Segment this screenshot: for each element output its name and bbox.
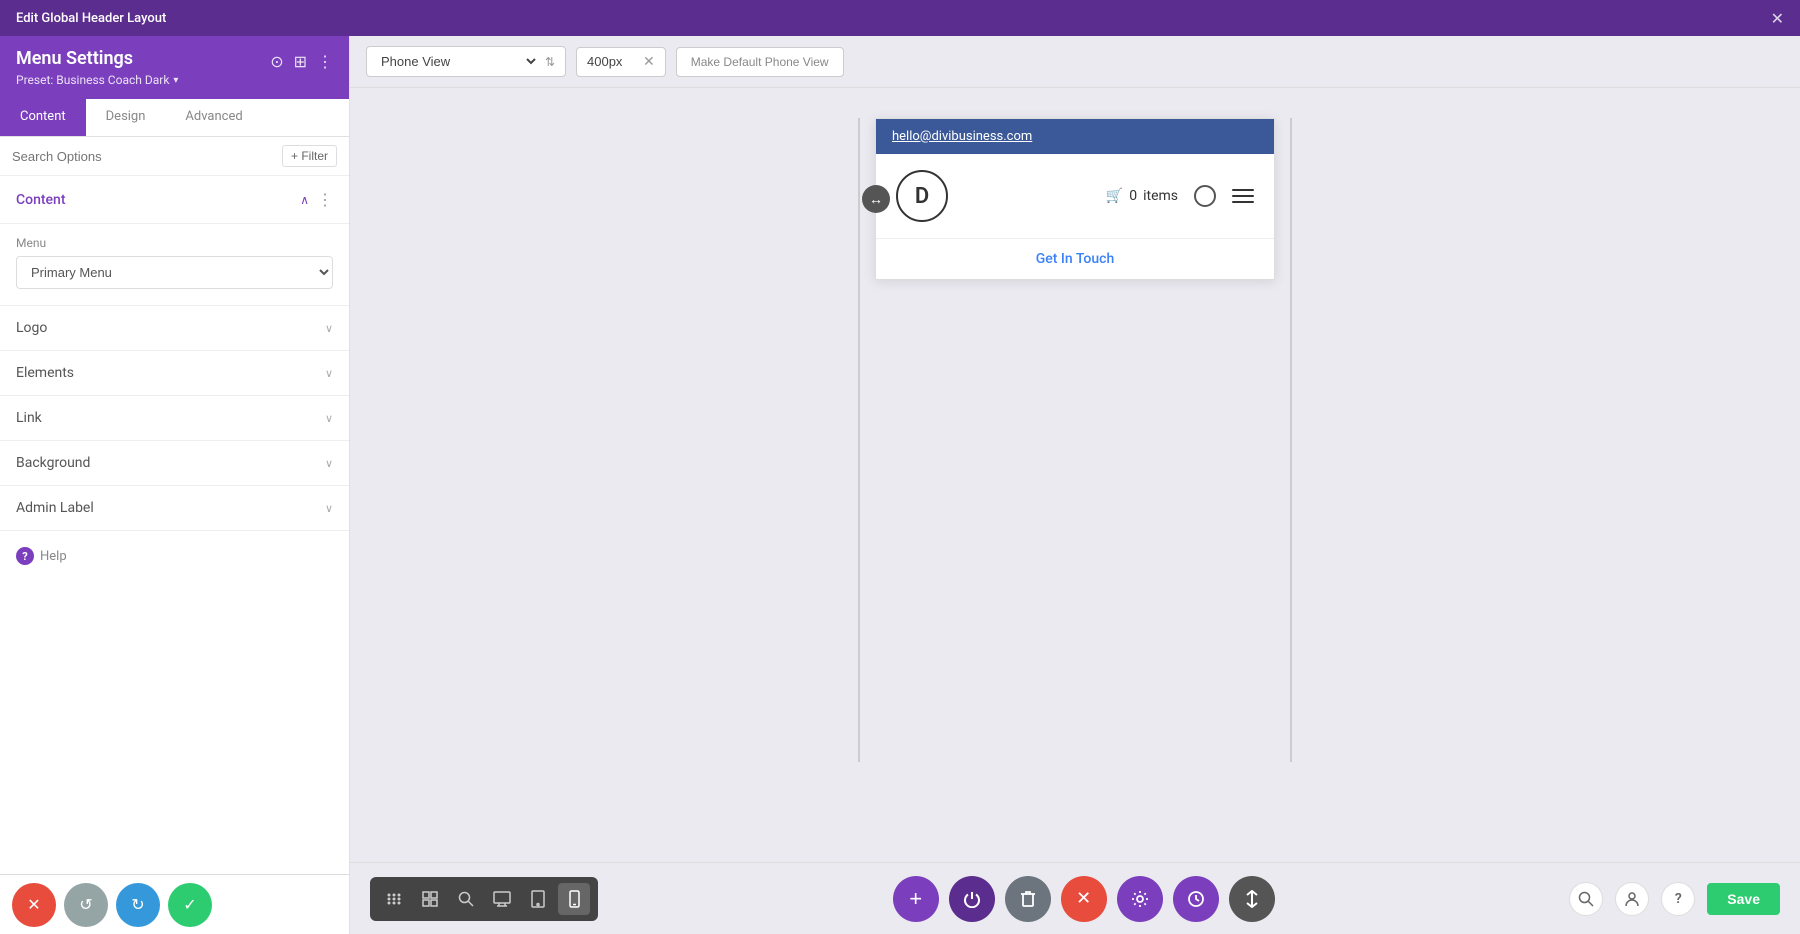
phone-preview: ↔ hello@divibusiness.com D 🛒 0 items <box>875 118 1275 280</box>
background-section-title: Background <box>16 455 90 471</box>
tool-grid[interactable] <box>414 883 446 915</box>
history-button[interactable] <box>1173 876 1219 922</box>
bottom-toolbar: + ✕ <box>350 862 1800 934</box>
section-icons: ∧ ⋮ <box>300 190 333 209</box>
right-area: Phone View ⇅ ✕ Make Default Phone View ↔… <box>350 36 1800 934</box>
elements-section-title: Elements <box>16 365 74 381</box>
panel-content: Content ∧ ⋮ Menu Primary Menu Secondary … <box>0 176 349 874</box>
preset-label: Preset: Business Coach Dark ▾ <box>16 73 178 87</box>
header-right: 🛒 0 items <box>1106 185 1254 207</box>
logo-section-title: Logo <box>16 320 47 336</box>
email-link[interactable]: hello@divibusiness.com <box>892 129 1032 144</box>
logo-circle: D <box>896 170 948 222</box>
content-section-body: Menu Primary Menu Secondary Menu Footer … <box>0 224 349 306</box>
top-toolbar: Phone View ⇅ ✕ Make Default Phone View <box>350 36 1800 88</box>
get-in-touch-link[interactable]: Get In Touch <box>876 238 1274 279</box>
redo-button[interactable]: ↻ <box>116 883 160 927</box>
px-input[interactable] <box>587 54 637 69</box>
logo-chevron-icon: ∨ <box>325 322 333 335</box>
search-icon-btn[interactable] <box>1194 185 1216 207</box>
background-chevron-icon: ∨ <box>325 457 333 470</box>
elements-chevron-icon: ∨ <box>325 367 333 380</box>
close-button[interactable]: ✕ <box>1771 9 1784 28</box>
panel-title: Menu Settings <box>16 48 178 69</box>
tabs: Content Design Advanced <box>0 99 349 137</box>
view-select-arrows: ⇅ <box>545 55 555 69</box>
cart-icon: 🛒 <box>1106 188 1123 204</box>
px-input-wrapper: ✕ <box>576 47 666 77</box>
tool-menu-dots[interactable] <box>378 883 410 915</box>
columns-icon[interactable]: ⊞ <box>294 52 307 71</box>
tool-desktop[interactable] <box>486 883 518 915</box>
settings-canvas-button[interactable] <box>1117 876 1163 922</box>
drag-handle[interactable]: ↔ <box>862 185 890 213</box>
view-select-wrapper: Phone View ⇅ <box>366 46 566 77</box>
background-section[interactable]: Background ∨ <box>0 441 349 486</box>
link-section[interactable]: Link ∨ <box>0 396 349 441</box>
link-chevron-icon: ∨ <box>325 412 333 425</box>
admin-label-chevron-icon: ∨ <box>325 502 333 515</box>
search-bar: + Filter <box>0 137 349 176</box>
tab-design[interactable]: Design <box>86 99 166 136</box>
left-panel: Menu Settings Preset: Business Coach Dar… <box>0 36 350 934</box>
help-circle-icon: ? <box>16 547 34 565</box>
more-options-icon[interactable]: ⋮ <box>317 52 333 71</box>
canvas-area: ↔ hello@divibusiness.com D 🛒 0 items <box>350 88 1800 862</box>
search-right-icon[interactable] <box>1569 882 1603 916</box>
undo-button[interactable]: ↺ <box>64 883 108 927</box>
title-bar: Edit Global Header Layout ✕ <box>0 0 1800 36</box>
search-input[interactable] <box>12 149 274 164</box>
px-close-icon[interactable]: ✕ <box>643 54 655 70</box>
preset-chevron[interactable]: ▾ <box>173 75 178 86</box>
sort-button[interactable] <box>1229 876 1275 922</box>
elements-section[interactable]: Elements ∨ <box>0 351 349 396</box>
filter-button[interactable]: + Filter <box>282 145 337 167</box>
link-section-title: Link <box>16 410 42 426</box>
confirm-button[interactable]: ✓ <box>168 883 212 927</box>
help-button[interactable]: ? Help <box>0 531 349 581</box>
content-collapse-icon[interactable]: ∧ <box>300 193 309 207</box>
help-right-icon[interactable]: ? <box>1661 882 1695 916</box>
cart-items-label: items <box>1143 188 1178 204</box>
tab-content[interactable]: Content <box>0 99 86 136</box>
help-label: Help <box>40 549 67 564</box>
tool-phone[interactable] <box>558 883 590 915</box>
header-main: D 🛒 0 items <box>876 154 1274 238</box>
settings-icon[interactable]: ⊙ <box>270 52 283 71</box>
power-button[interactable] <box>949 876 995 922</box>
content-section-header[interactable]: Content ∧ ⋮ <box>0 176 349 224</box>
bottom-right-tools: ? Save <box>1569 882 1780 916</box>
panel-header: Menu Settings Preset: Business Coach Dar… <box>0 36 349 99</box>
content-dots-icon[interactable]: ⋮ <box>317 190 333 209</box>
tool-search[interactable] <box>450 883 482 915</box>
save-button[interactable]: Save <box>1707 883 1780 915</box>
content-section-title: Content <box>16 192 66 208</box>
menu-field-label: Menu <box>16 236 333 250</box>
admin-label-title: Admin Label <box>16 500 94 516</box>
close-canvas-button[interactable]: ✕ <box>1061 876 1107 922</box>
user-right-icon[interactable] <box>1615 882 1649 916</box>
add-button[interactable]: + <box>893 876 939 922</box>
make-default-button[interactable]: Make Default Phone View <box>676 47 844 77</box>
view-select[interactable]: Phone View <box>377 53 539 70</box>
cart-area: 🛒 0 items <box>1106 188 1178 204</box>
menu-lines-icon[interactable] <box>1232 189 1254 203</box>
admin-label-section[interactable]: Admin Label ∨ <box>0 486 349 531</box>
cancel-button[interactable]: ✕ <box>12 883 56 927</box>
menu-select[interactable]: Primary Menu Secondary Menu Footer Menu <box>16 256 333 289</box>
bottom-bar-left: ✕ ↺ ↻ ✓ <box>0 874 349 934</box>
trash-button[interactable] <box>1005 876 1051 922</box>
header-top-bar: hello@divibusiness.com <box>876 119 1274 154</box>
bottom-left-tools <box>370 877 598 921</box>
tool-tablet[interactable] <box>522 883 554 915</box>
tab-advanced[interactable]: Advanced <box>165 99 262 136</box>
left-guide-line <box>858 118 860 762</box>
right-guide-line <box>1290 118 1292 762</box>
title-bar-text: Edit Global Header Layout <box>16 11 166 26</box>
cart-count: 0 <box>1129 188 1137 204</box>
logo-section[interactable]: Logo ∨ <box>0 306 349 351</box>
bottom-center-btns: + ✕ <box>893 876 1275 922</box>
